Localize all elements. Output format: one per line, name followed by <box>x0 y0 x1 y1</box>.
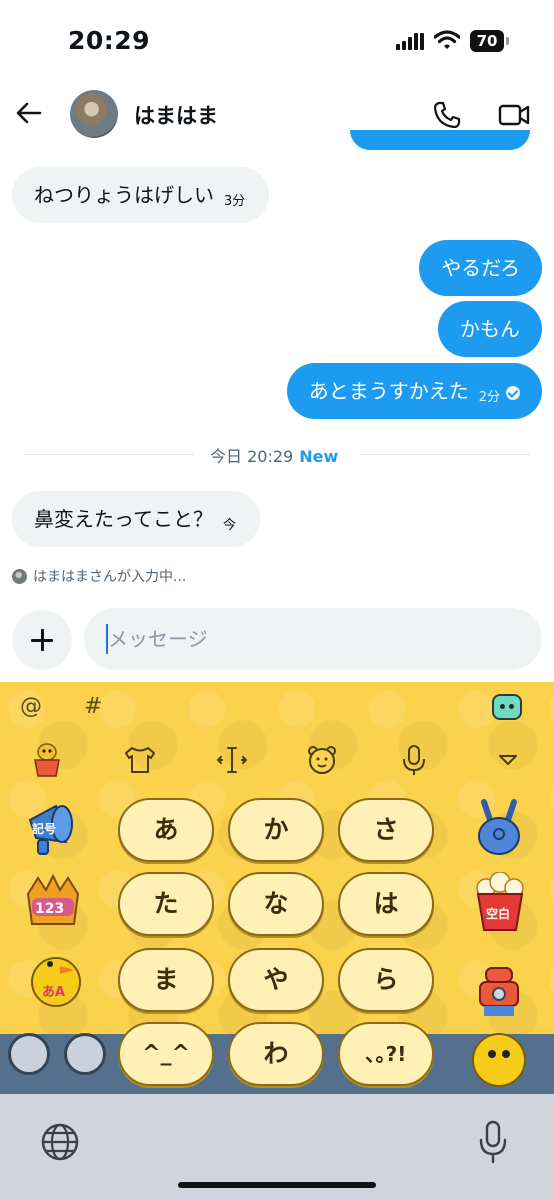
chevron-down-icon[interactable] <box>488 742 528 778</box>
key-ra[interactable]: ら <box>338 948 434 1012</box>
divider-date: 今日 20:29 <box>210 447 294 466</box>
read-check-icon <box>506 386 520 400</box>
date-divider: 今日 20:29 New <box>24 443 530 466</box>
hydrant-mascot-icon <box>472 967 526 1087</box>
message-time: 2分 <box>478 390 500 405</box>
key-a[interactable]: あ <box>118 798 214 862</box>
kigo-megaphone-key[interactable]: 記号 <box>22 798 82 860</box>
text-caret <box>106 624 108 654</box>
dictation-microphone-icon[interactable] <box>478 1120 508 1164</box>
message-time: 今 <box>223 518 237 533</box>
contact-name[interactable]: はまはま <box>134 100 218 130</box>
message-bubble-incoming[interactable]: 鼻変えたってこと？ 今 <box>12 491 261 547</box>
emoji-face-key[interactable] <box>64 1033 106 1075</box>
keyboard: @ # 記号 123 あA 空白 あ か さ た な は ま や ら ^_^ わ… <box>0 682 554 1094</box>
message-bubble-outgoing[interactable]: やるだろ <box>419 240 542 296</box>
message-text: 鼻変えたってこと？ <box>34 507 213 531</box>
kana-switch-duck-key[interactable]: あA <box>26 944 86 1010</box>
robot-mascot-icon[interactable] <box>492 694 522 720</box>
status-bar: 20:29 70 <box>0 0 554 80</box>
number-crown-key[interactable]: 123 <box>22 872 84 934</box>
globe-icon[interactable] <box>40 1122 80 1162</box>
message-text: あとまうすかえた <box>308 379 469 403</box>
phone-icon[interactable] <box>432 100 462 130</box>
signal-icon <box>396 33 424 50</box>
typing-indicator: はまはまさんが入力中... <box>12 566 186 586</box>
typing-text: はまはまさんが入力中... <box>33 569 187 585</box>
battery-level: 70 <box>470 30 504 52</box>
kigo-label: 記号 <box>32 821 56 836</box>
message-bubble-outgoing[interactable]: かもん <box>438 301 542 357</box>
typing-avatar <box>12 569 27 584</box>
new-badge: New <box>299 447 339 466</box>
key-ya[interactable]: や <box>228 948 324 1012</box>
back-arrow-icon[interactable] <box>14 98 44 128</box>
message-text: かもん <box>460 317 520 341</box>
wifi-icon <box>434 30 460 49</box>
contact-avatar[interactable] <box>70 90 118 138</box>
key-na[interactable]: な <box>228 872 324 936</box>
chat-bubble-key[interactable] <box>8 1033 50 1075</box>
number-label: 123 <box>35 901 64 917</box>
key-kaomoji[interactable]: ^_^ <box>118 1022 214 1086</box>
message-input[interactable] <box>84 608 542 670</box>
cursor-move-icon[interactable] <box>212 742 252 778</box>
message-bubble-incoming[interactable]: ねつりょうはげしい 3分 <box>12 167 270 223</box>
message-text: ねつりょうはげしい <box>34 183 214 207</box>
key-ma[interactable]: ま <box>118 948 214 1012</box>
space-label: 空白 <box>486 906 510 921</box>
add-attachment-button[interactable] <box>12 610 72 670</box>
flowerpot-mascot-icon[interactable] <box>30 742 64 778</box>
blue-bunny-mascot-icon[interactable] <box>472 798 526 860</box>
video-call-icon[interactable] <box>498 101 530 129</box>
home-indicator <box>178 1182 376 1188</box>
battery-icon: 70 <box>470 30 510 52</box>
status-time: 20:29 <box>68 26 151 55</box>
microphone-icon[interactable] <box>394 742 434 778</box>
tshirt-icon[interactable] <box>120 742 160 778</box>
space-popcorn-key[interactable]: 空白 <box>472 872 528 934</box>
key-punctuation[interactable]: ､｡?! <box>338 1022 434 1086</box>
previous-message-bubble <box>350 130 530 150</box>
key-ha[interactable]: は <box>338 872 434 936</box>
key-ka[interactable]: か <box>228 798 324 862</box>
key-wa[interactable]: わ <box>228 1022 324 1086</box>
kana-label: あA <box>42 985 65 1000</box>
hash-symbol-key[interactable]: # <box>84 694 102 719</box>
key-ta[interactable]: た <box>118 872 214 936</box>
at-symbol-key[interactable]: @ <box>20 694 42 719</box>
message-text: やるだろ <box>441 256 520 280</box>
bear-face-icon[interactable] <box>302 742 342 778</box>
message-bubble-outgoing[interactable]: あとまうすかえた 2分 <box>286 363 542 419</box>
message-time: 3分 <box>224 194 246 209</box>
key-sa[interactable]: さ <box>338 798 434 862</box>
